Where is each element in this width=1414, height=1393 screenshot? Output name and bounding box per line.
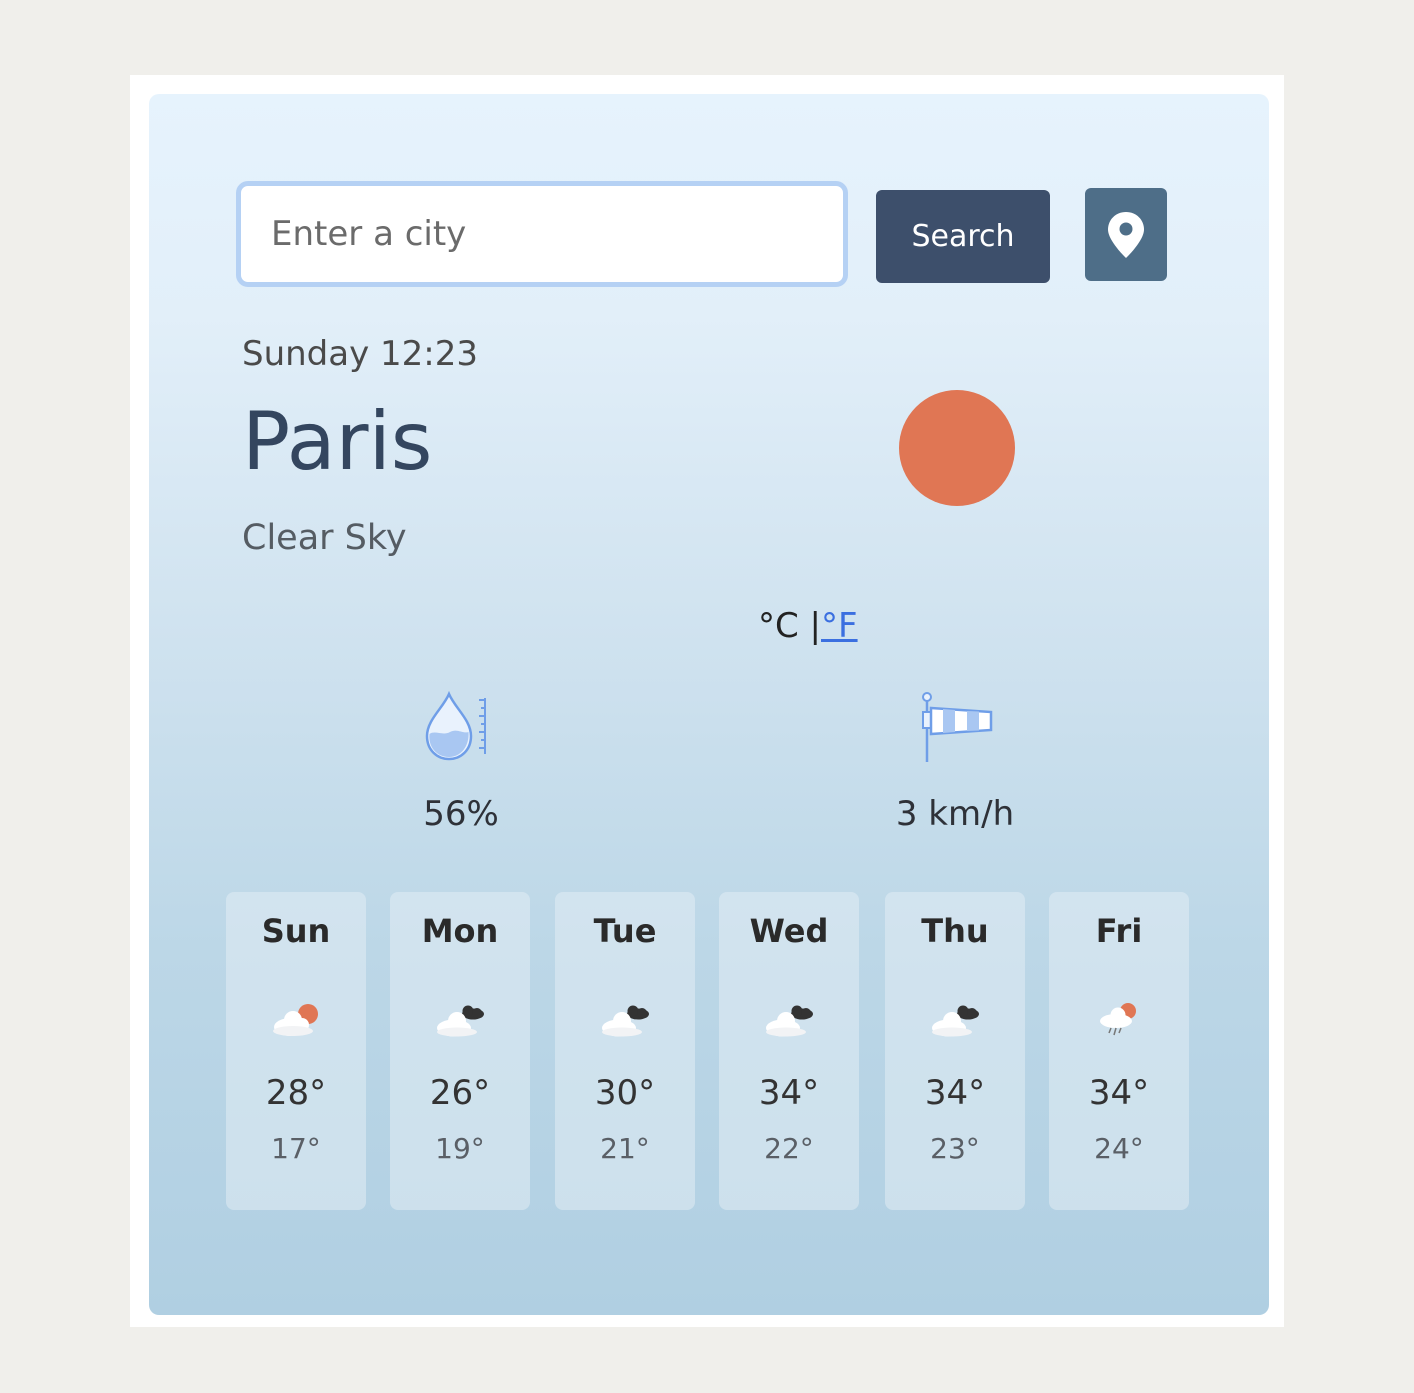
forecast-min-temp: 22° — [764, 1132, 814, 1165]
forecast-min-temp: 24° — [1094, 1132, 1144, 1165]
wind-value: 3 km/h — [895, 794, 1015, 834]
search-button[interactable]: Search — [876, 190, 1050, 283]
forecast-max-temp: 28° — [265, 1073, 327, 1113]
location-pin-icon — [1108, 211, 1144, 258]
forecast-day-name: Mon — [421, 912, 499, 950]
forecast-max-temp: 26° — [429, 1073, 491, 1113]
humidity-drop-icon — [425, 690, 486, 761]
city-search-input[interactable] — [236, 181, 848, 287]
forecast-max-temp: 34° — [758, 1073, 820, 1113]
forecast-max-temp: 30° — [594, 1073, 656, 1113]
forecast-day-card: Mon 26° 19° — [390, 892, 530, 1210]
forecast-day-card: Wed 34° 22° — [719, 892, 859, 1210]
forecast-day-card: Fri 34° 24° — [1049, 892, 1189, 1210]
broken-clouds-icon — [437, 1005, 484, 1037]
forecast-max-temp: 34° — [924, 1073, 986, 1113]
current-datetime: Sunday 12:23 — [242, 334, 479, 374]
humidity-value: 56% — [423, 794, 499, 834]
current-location-button[interactable] — [1085, 188, 1167, 281]
broken-clouds-icon — [766, 1005, 813, 1037]
forecast-day-card: Tue 30° 21° — [555, 892, 695, 1210]
forecast-max-temp: 34° — [1088, 1073, 1150, 1113]
fahrenheit-link[interactable]: °F — [821, 606, 858, 646]
windsock-icon — [922, 692, 993, 762]
partly-cloudy-sun-icon — [273, 1004, 318, 1036]
forecast-day-name: Thu — [921, 912, 989, 950]
forecast-day-name: Wed — [749, 912, 829, 950]
forecast-min-temp: 19° — [435, 1132, 485, 1165]
forecast-day-name: Sun — [261, 912, 331, 950]
forecast-min-temp: 21° — [600, 1132, 650, 1165]
broken-clouds-icon — [932, 1005, 979, 1037]
broken-clouds-icon — [602, 1005, 649, 1037]
forecast-day-card: Sun 28° 17° — [226, 892, 366, 1210]
wind-stat: 3 km/h — [845, 690, 1065, 834]
forecast-day-name: Fri — [1095, 912, 1143, 950]
forecast-min-temp: 17° — [271, 1132, 321, 1165]
rain-sun-icon — [1100, 1003, 1136, 1036]
celsius-unit: °C | — [758, 606, 822, 646]
forecast-min-temp: 23° — [930, 1132, 980, 1165]
forecast-day-card: Thu 34° 23° — [885, 892, 1025, 1210]
humidity-stat: 56% — [351, 690, 571, 834]
unit-toggle: °C |°F — [758, 606, 858, 646]
forecast-day-name: Tue — [593, 912, 657, 950]
weather-description: Clear Sky — [242, 518, 407, 558]
clear-sky-sun-icon — [899, 390, 1015, 506]
city-name: Paris — [242, 395, 433, 488]
